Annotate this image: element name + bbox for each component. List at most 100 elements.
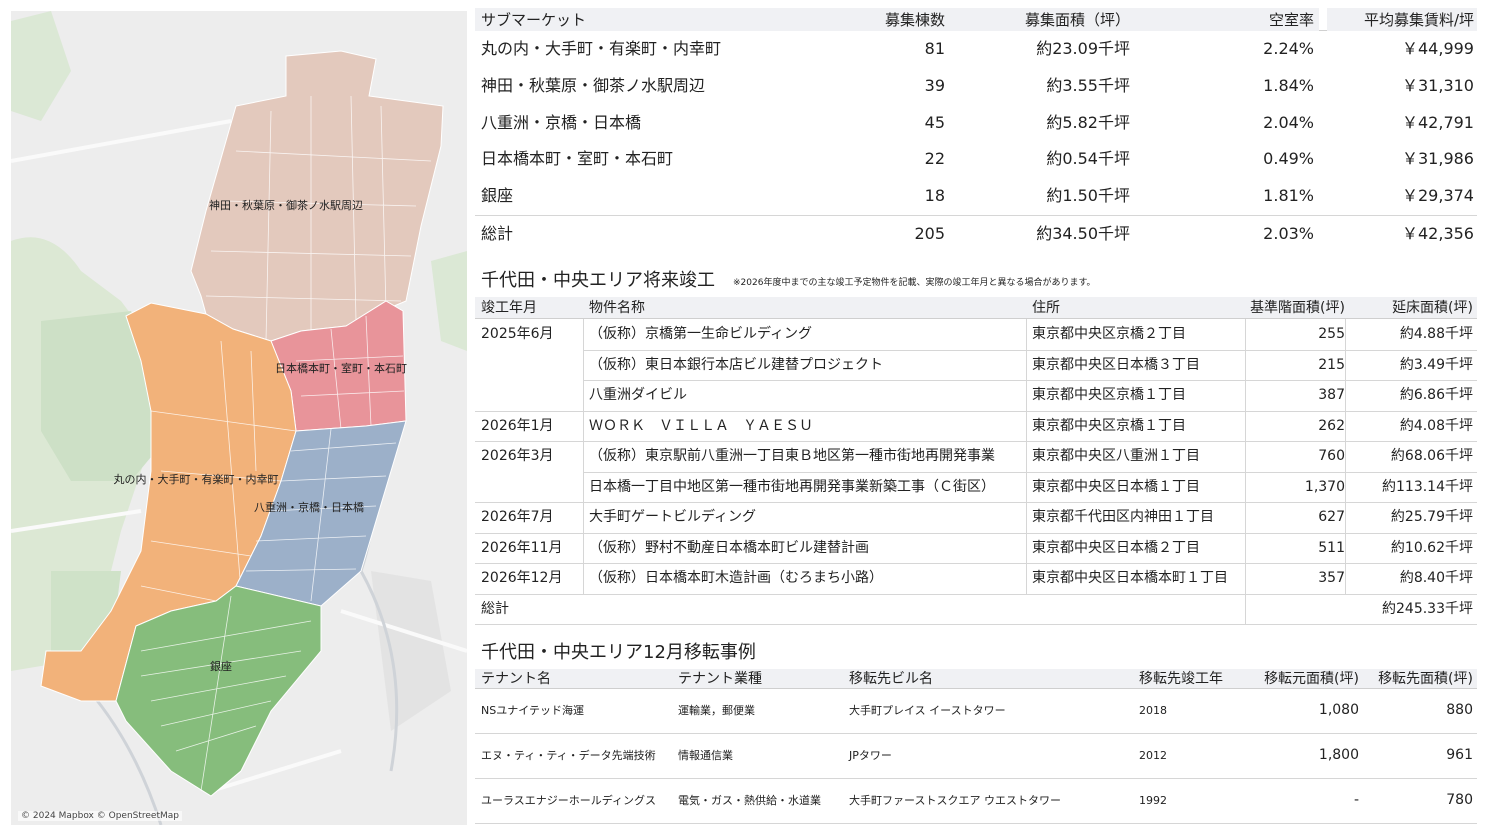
future-table: 竣工年月 物件名称 住所 基準階面積(坪) 延床面積(坪) 2025年6月 （仮称… <box>475 297 1477 625</box>
future-table-body: 2025年6月 （仮称）京橋第一生命ビルディング 東京都中央区京橋２丁目 255 約4.… <box>475 319 1477 625</box>
relocation-title: 千代田・中央エリア12月移転事例 <box>481 642 756 663</box>
table-row[interactable]: 2026年1月 ＷＯＲＫ ＶＩＬＬＡ ＹＡＥＳＵ 東京都中央区京橋１丁目 262 約4.… <box>475 410 1477 442</box>
table-cell: 大手町プレイス イーストタワー <box>849 704 1006 717</box>
table-cell: 2012 <box>1139 749 1167 762</box>
table-cell: ￥29,374 <box>1402 186 1474 206</box>
header-floor-area: 基準階面積(坪) <box>1250 300 1345 316</box>
table-cell: 215 <box>1318 356 1345 373</box>
table-cell: 東京都中央区京橋２丁目 <box>1032 326 1186 342</box>
table-row[interactable]: 2025年6月 （仮称）京橋第一生命ビルディング 東京都中央区京橋２丁目 255 約4.… <box>475 319 1477 350</box>
table-row[interactable]: 八重洲ダイビル 東京都中央区京橋１丁目 387 約6.86千坪 <box>475 380 1477 411</box>
table-cell: 39 <box>924 75 945 95</box>
header-tenant: テナント名 <box>481 671 551 687</box>
table-cell: 約6.86千坪 <box>1399 387 1473 403</box>
table-row[interactable]: 総計 205 約34.50千坪 2.03% ￥42,356 <box>475 214 1477 252</box>
table-row[interactable]: 銀座 18 約1.50千坪 1.81% ￥29,374 <box>475 178 1477 215</box>
table-cell: 1,080 <box>1318 702 1359 718</box>
header-completion: 竣工年月 <box>481 300 537 316</box>
table-cell: 1,800 <box>1318 747 1359 763</box>
header-submarket: サブマーケット <box>481 11 587 29</box>
table-row[interactable]: （仮称）東日本銀行本店ビル建替プロジェクト 東京都中央区日本橋３丁目 215 約3.4… <box>475 349 1477 381</box>
table-cell: 627 <box>1318 509 1345 525</box>
header-industry: テナント業種 <box>678 671 762 687</box>
table-cell: 電気・ガス・熱供給・水道業 <box>678 794 821 807</box>
header-building: 物件名称 <box>589 300 645 316</box>
future-table-header: 竣工年月 物件名称 住所 基準階面積(坪) 延床面積(坪) <box>475 297 1477 319</box>
table-cell: 大手町ファーストスクエア ウエストタワー <box>849 794 1061 807</box>
table-cell: 511 <box>1318 539 1345 556</box>
relocation-table-body: NSユナイテッド海運 運輸業，郵便業 大手町プレイス イーストタワー 2018 1,08… <box>475 689 1477 824</box>
map-label-ginza: 銀座 <box>210 659 232 673</box>
table-cell: 780 <box>1446 792 1473 808</box>
table-cell: - <box>1353 792 1359 808</box>
table-cell: ￥31,310 <box>1402 75 1474 95</box>
table-cell: 約245.33千坪 <box>1382 600 1473 617</box>
table-cell: ￥42,791 <box>1402 112 1474 132</box>
table-cell: （仮称）野村不動産日本橋本町ビル建替計画 <box>589 539 869 556</box>
table-cell: 約113.14千坪 <box>1382 478 1473 495</box>
table-cell: 東京都中央区京橋１丁目 <box>1032 387 1186 403</box>
table-row[interactable]: 日本橋本町・室町・本石町 22 約0.54千坪 0.49% ￥31,986 <box>475 141 1477 178</box>
table-row[interactable]: エヌ・ティ・ティ・データ先端技術 情報通信業 JPタワー 2012 1,800 961 <box>475 734 1477 779</box>
header-total-area: 延床面積(坪) <box>1392 300 1473 316</box>
table-row[interactable]: 八重洲・京橋・日本橋 45 約5.82千坪 2.04% ￥42,791 <box>475 105 1477 142</box>
table-cell: 約3.49千坪 <box>1399 356 1473 373</box>
table-cell: （仮称）京橋第一生命ビルディング <box>589 326 813 342</box>
map-canvas[interactable]: 神田・秋葉原・御茶ノ水駅周辺 日本橋本町・室町・本石町 丸の内・大手町・有楽町・… <box>11 11 467 825</box>
table-row[interactable]: 2026年7月 大手町ゲートビルディング 東京都千代田区内神田１丁目 627 約25.7… <box>475 502 1477 533</box>
table-cell: 18 <box>924 186 945 206</box>
header-count: 募集棟数 <box>884 11 945 29</box>
table-cell: （仮称）東京駅前八重洲一丁目東Ｂ地区第一種市街地再開発事業 <box>589 448 995 464</box>
area-kanda[interactable] <box>190 50 444 342</box>
table-cell: 東京都中央区日本橋３丁目 <box>1032 356 1200 373</box>
table-row[interactable]: NSユナイテッド海運 運輸業，郵便業 大手町プレイス イーストタワー 2018 1,08… <box>475 689 1477 734</box>
header-address: 住所 <box>1032 300 1060 316</box>
table-cell: 約4.88千坪 <box>1399 326 1473 342</box>
table-cell: 262 <box>1318 417 1345 434</box>
table-cell: 約34.50千坪 <box>1036 223 1130 243</box>
relocation-table-header: テナント名 テナント業種 移転先ビル名 移転先竣工年 移転元面積(坪) 移転先面… <box>475 669 1477 689</box>
table-cell: 45 <box>924 112 945 132</box>
header-from-area: 移転元面積(坪) <box>1264 671 1359 687</box>
table-row[interactable]: 丸の内・大手町・有楽町・内幸町 81 約23.09千坪 2.24% ￥44,999 <box>475 31 1477 68</box>
map-label-kanda: 神田・秋葉原・御茶ノ水駅周辺 <box>209 198 363 212</box>
table-cell: 2026年1月 <box>481 417 554 434</box>
table-cell: 2018 <box>1139 704 1167 717</box>
table-cell: 神田・秋葉原・御茶ノ水駅周辺 <box>481 75 706 95</box>
header-dest-year: 移転先竣工年 <box>1139 671 1223 687</box>
header-rent: 平均募集賃料/坪 <box>1363 11 1474 29</box>
table-cell: ユーラスエナジーホールディングス <box>481 794 657 807</box>
table-cell: （仮称）日本橋本町木造計画（むろまち小路） <box>589 570 883 586</box>
table-row[interactable]: 神田・秋葉原・御茶ノ水駅周辺 39 約3.55千坪 1.84% ￥31,310 <box>475 68 1477 105</box>
table-row[interactable]: ユーラスエナジーホールディングス 電気・ガス・熱供給・水道業 大手町ファーストスクエ… <box>475 779 1477 824</box>
relocation-table: テナント名 テナント業種 移転先ビル名 移転先竣工年 移転元面積(坪) 移転先面… <box>475 669 1477 824</box>
table-cell: 約3.55千坪 <box>1046 75 1130 95</box>
table-cell: ￥31,986 <box>1402 149 1474 169</box>
table-cell: 約1.50千坪 <box>1046 186 1130 206</box>
submarket-map[interactable]: 神田・秋葉原・御茶ノ水駅周辺 日本橋本町・室町・本石町 丸の内・大手町・有楽町・… <box>11 11 467 825</box>
table-cell: 情報通信業 <box>678 749 733 762</box>
table-cell: 銀座 <box>481 186 514 206</box>
table-row[interactable]: 2026年11月 （仮称）野村不動産日本橋本町ビル建替計画 東京都中央区日本橋２丁目… <box>475 532 1477 564</box>
table-cell: 大手町ゲートビルディング <box>589 509 757 525</box>
table-cell: 2026年12月 <box>481 570 563 586</box>
table-cell: 2026年7月 <box>481 509 554 525</box>
table-cell: 約10.62千坪 <box>1390 539 1473 556</box>
future-title: 千代田・中央エリア将来竣工 ※2026年度中までの主な竣工予定物件を記載、実際の竣… <box>481 266 1096 292</box>
table-cell: 880 <box>1446 702 1473 718</box>
table-cell: 2025年6月 <box>481 326 554 342</box>
header-to-area: 移転先面積(坪) <box>1378 671 1473 687</box>
submarket-table-header: サブマーケット 募集棟数 募集面積（坪） 空室率 平均募集賃料/坪 <box>475 8 1477 31</box>
submarket-table-body: 丸の内・大手町・有楽町・内幸町 81 約23.09千坪 2.24% ￥44,999 神田・… <box>475 31 1477 252</box>
table-row[interactable]: 2026年12月 （仮称）日本橋本町木造計画（むろまち小路） 東京都中央区日本橋本町… <box>475 563 1477 594</box>
table-cell: 255 <box>1318 326 1345 342</box>
table-row[interactable]: 日本橋一丁目中地区第一種市街地再開発事業新築工事（Ｃ街区） 東京都中央区日本橋１丁… <box>475 471 1477 503</box>
table-row[interactable]: 総計 約245.33千坪 <box>475 593 1477 625</box>
map-label-nihonbashi-honcho: 日本橋本町・室町・本石町 <box>275 361 407 375</box>
table-row[interactable]: 2026年3月 （仮称）東京駅前八重洲一丁目東Ｂ地区第一種市街地再開発事業 東京都中… <box>475 441 1477 472</box>
table-cell: ￥42,356 <box>1402 223 1474 243</box>
table-cell: 丸の内・大手町・有楽町・内幸町 <box>481 39 722 58</box>
table-cell: 81 <box>924 39 945 58</box>
future-title-text: 千代田・中央エリア将来竣工 <box>481 270 715 291</box>
table-cell: 約4.08千坪 <box>1399 417 1473 434</box>
